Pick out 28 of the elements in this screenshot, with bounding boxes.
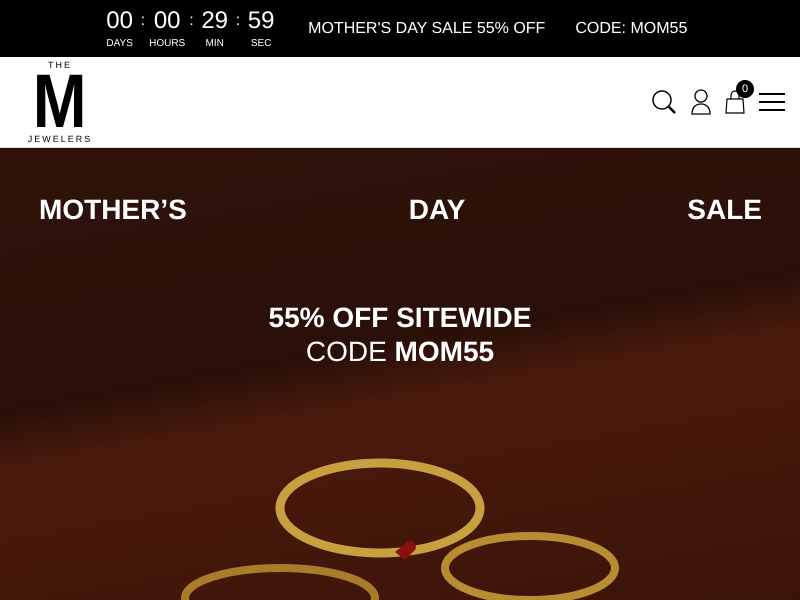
countdown-unit: MIN [206,38,224,49]
menu-button[interactable] [759,92,785,112]
countdown-unit: HOURS [149,38,186,49]
countdown-separator: : [189,11,194,31]
countdown-unit: DAYS [106,38,133,49]
hero-code: CODE MOM55 [306,336,494,368]
countdown-separator: : [236,11,240,31]
countdown-value: 59 [248,8,274,34]
hero-offer: 55% OFF SITEWIDE [268,302,532,334]
countdown-value: 00 [154,8,181,34]
countdown-separator: : [140,11,146,31]
hero-headline: DAY [408,194,466,226]
sale-message: MOTHER'S DAY SALE 55% OFF [308,20,546,38]
logo-text[interactable]: THE [48,60,72,70]
logo-letter[interactable]: M [33,70,87,134]
countdown-value: 29 [201,8,228,34]
search-icon [651,89,677,115]
account-button[interactable] [691,89,711,115]
logo-text[interactable]: JEWELERS [28,134,92,144]
hero-headline: MOTHER’S [39,194,187,226]
promo-code: CODE: MOM55 [575,20,688,38]
hero-headline: SALE [687,194,762,226]
menu-icon [759,92,785,112]
search-button[interactable] [651,89,677,115]
cart-count: 0 [736,80,754,98]
user-icon [691,89,711,115]
countdown-value: 00 [106,8,133,34]
countdown-unit: SEC [250,38,272,49]
